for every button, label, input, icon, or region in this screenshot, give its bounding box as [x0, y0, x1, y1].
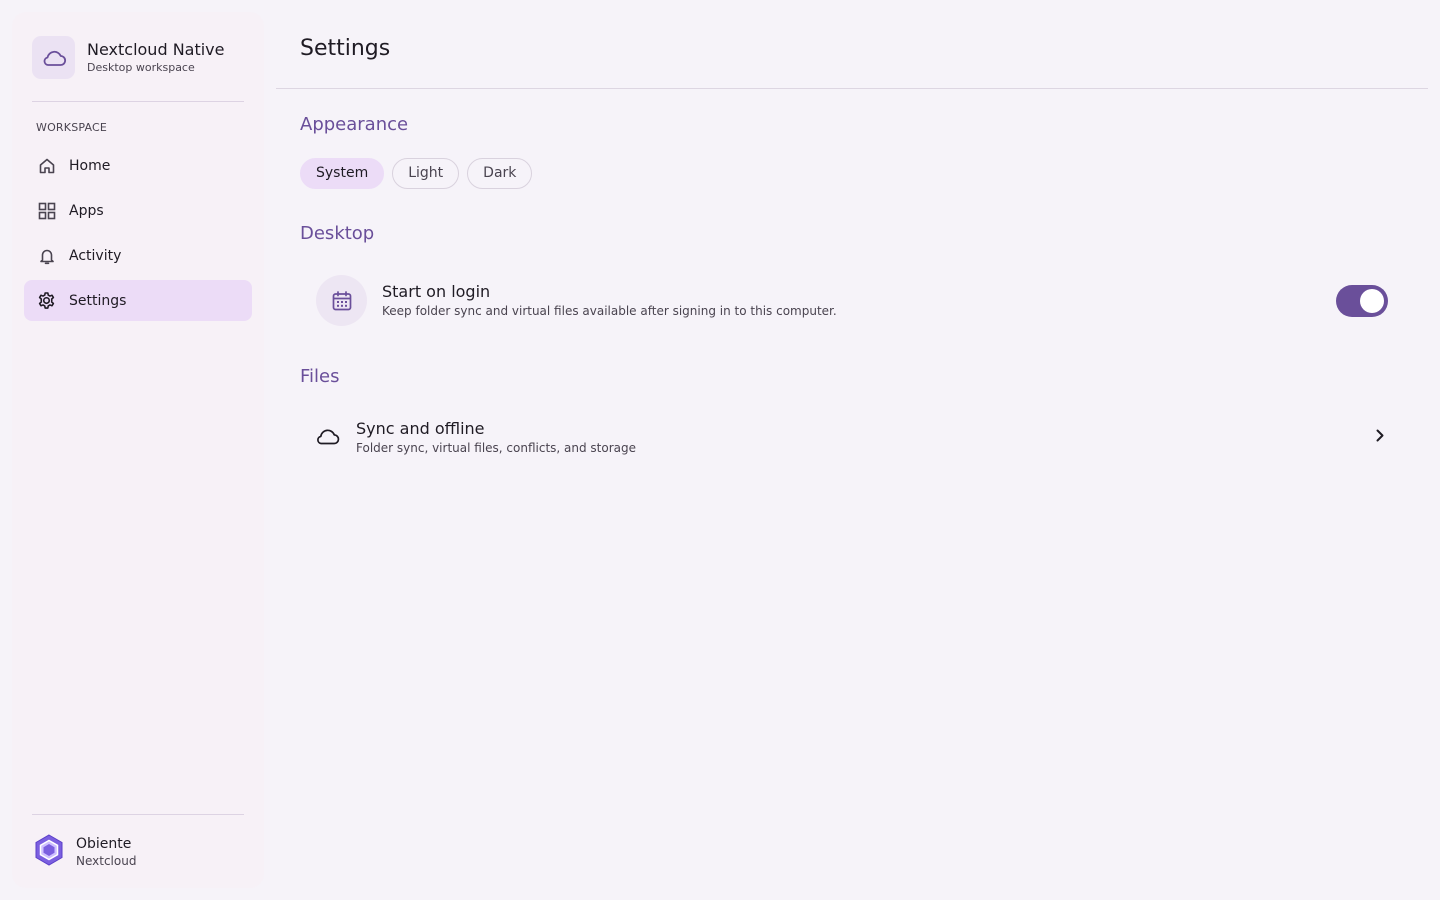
page-title: Settings	[300, 36, 391, 61]
toggle-knob	[1360, 288, 1384, 313]
start-on-login-title: Start on login	[382, 282, 491, 301]
cloud-icon	[314, 427, 341, 447]
start-on-login-description: Keep folder sync and virtual files avail…	[382, 304, 837, 318]
calendar-icon	[316, 275, 367, 326]
hexagon-logo-icon	[32, 833, 66, 871]
start-on-login-row: Start on login Keep folder sync and virt…	[300, 275, 1404, 326]
sidebar-item-label: Activity	[69, 247, 122, 264]
sidebar: Nextcloud Native Desktop workspace WORKS…	[12, 12, 264, 888]
account-subtitle: Nextcloud	[76, 854, 137, 868]
brand-name: Nextcloud Native	[87, 40, 225, 59]
app-window: Nextcloud Native Desktop workspace WORKS…	[0, 0, 1440, 900]
start-on-login-toggle[interactable]	[1336, 284, 1388, 317]
brand: Nextcloud Native Desktop workspace	[32, 36, 225, 79]
sidebar-item-home[interactable]: Home	[24, 145, 252, 186]
sidebar-nav: Home Apps Activity Settings	[24, 145, 252, 325]
sync-and-offline-description: Folder sync, virtual files, conflicts, a…	[356, 440, 637, 455]
sidebar-item-label: Settings	[69, 292, 127, 309]
sync-and-offline-title: Sync and offline	[356, 418, 485, 438]
sidebar-divider	[32, 814, 244, 815]
sidebar-item-label: Home	[69, 157, 111, 174]
header-divider	[276, 88, 1428, 89]
sidebar-item-activity[interactable]: Activity	[24, 235, 252, 276]
account-switcher[interactable]: Obiente Nextcloud	[32, 833, 136, 871]
bell-icon	[36, 245, 57, 266]
appearance-heading: Appearance	[300, 114, 409, 135]
theme-selector: System Light Dark	[300, 158, 533, 189]
gear-icon	[36, 290, 57, 311]
cloud-icon	[32, 36, 75, 79]
brand-subtitle: Desktop workspace	[87, 61, 195, 74]
sidebar-divider	[32, 101, 244, 102]
desktop-heading: Desktop	[300, 223, 375, 244]
sidebar-item-label: Apps	[69, 202, 104, 219]
theme-option-system[interactable]: System	[300, 158, 385, 189]
sync-and-offline-row[interactable]: Sync and offline Folder sync, virtual fi…	[300, 418, 1404, 456]
account-name: Obiente	[76, 836, 132, 852]
theme-option-light[interactable]: Light	[392, 158, 460, 189]
sidebar-item-settings[interactable]: Settings	[24, 280, 252, 321]
home-icon	[36, 155, 57, 176]
sidebar-item-apps[interactable]: Apps	[24, 190, 252, 231]
theme-option-dark[interactable]: Dark	[467, 158, 533, 189]
files-heading: Files	[300, 366, 340, 387]
chevron-right-icon	[1374, 428, 1386, 447]
section-label: WORKSPACE	[36, 121, 108, 134]
grid-icon	[36, 200, 57, 221]
